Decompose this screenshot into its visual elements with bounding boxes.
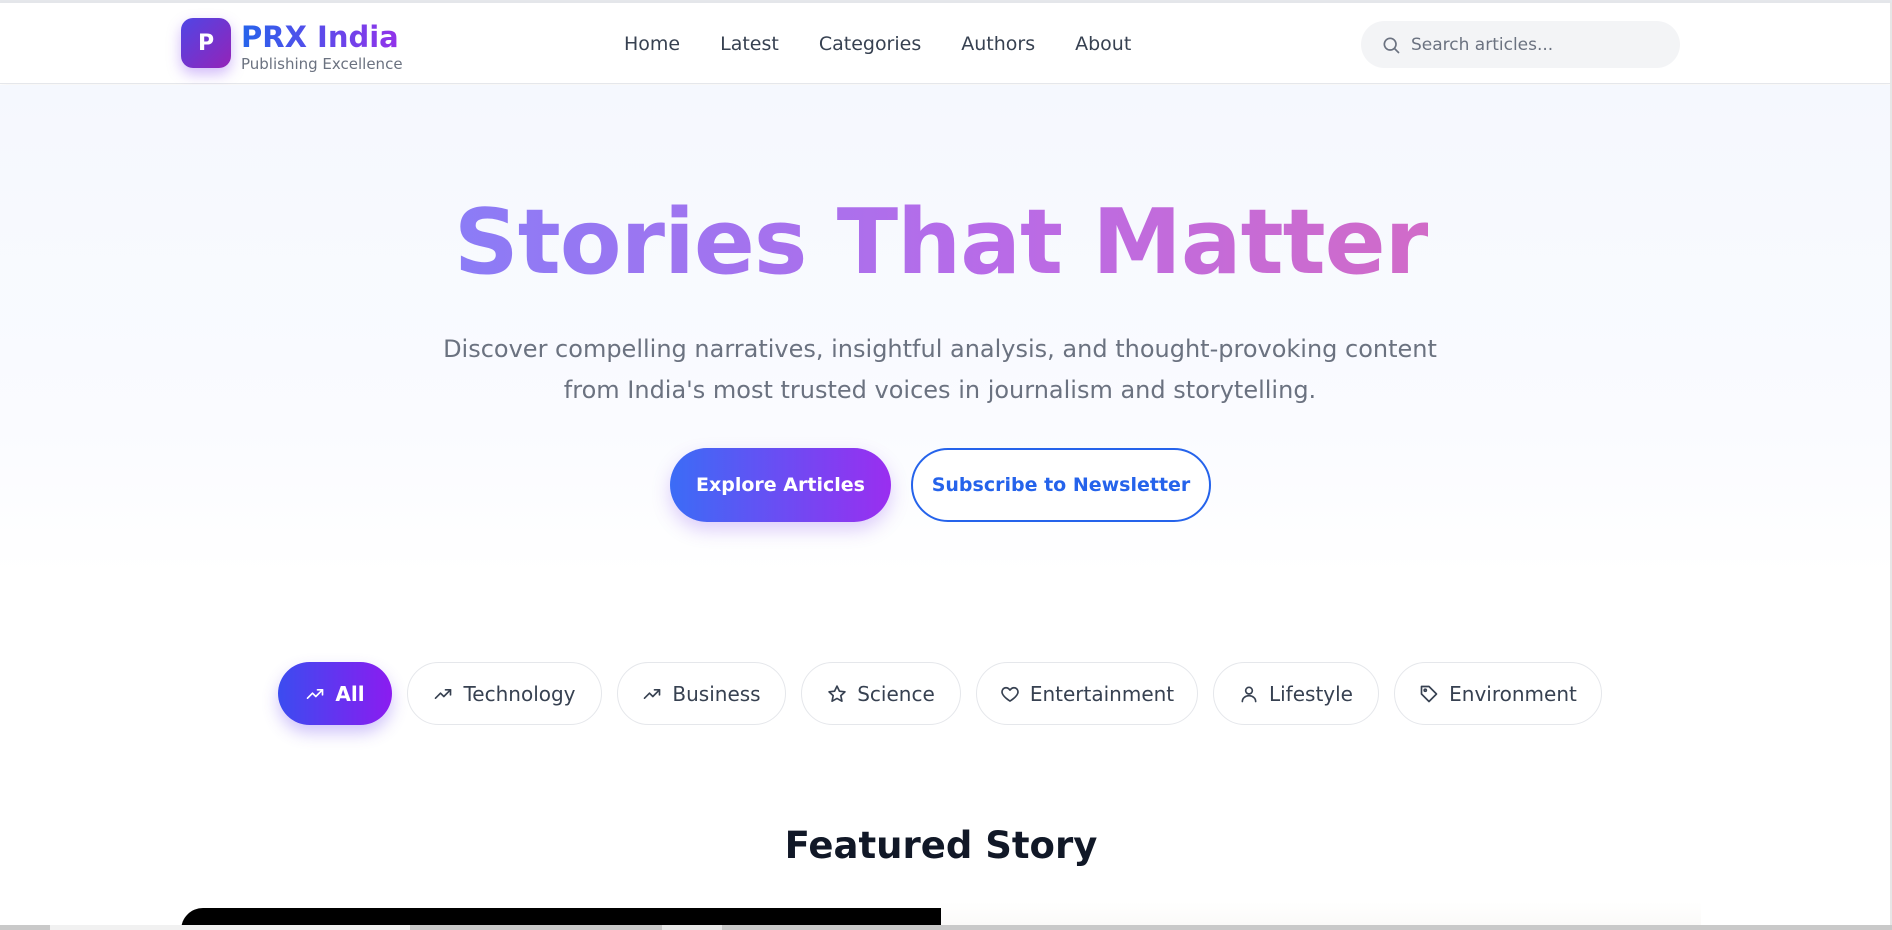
- category-chip-label: Lifestyle: [1268, 681, 1353, 706]
- heart-icon: [1001, 686, 1019, 702]
- nav-latest[interactable]: Latest: [720, 33, 779, 55]
- search-icon: [1383, 37, 1400, 53]
- logo-badge[interactable]: P: [181, 18, 231, 68]
- user-icon: [1241, 686, 1257, 702]
- category-chip-all[interactable]: All: [278, 662, 392, 725]
- search-input[interactable]: [1411, 34, 1671, 55]
- category-chip-entertainment[interactable]: Entertainment: [976, 662, 1198, 725]
- nav-home[interactable]: Home: [624, 33, 680, 55]
- trending-up-icon: [307, 688, 324, 699]
- site-header: P PRX India Publishing Excellence Home L…: [0, 3, 1892, 84]
- star-icon: [828, 684, 846, 702]
- trending-up-icon: [644, 688, 661, 699]
- explore-articles-button[interactable]: Explore Articles: [670, 448, 891, 522]
- main-nav: Home Latest Categories Authors About: [624, 33, 1131, 55]
- category-chip-label: Business: [672, 681, 761, 706]
- trending-up-icon: [435, 688, 452, 699]
- category-chip-technology[interactable]: Technology: [407, 662, 602, 725]
- tag-icon: [1420, 685, 1438, 702]
- nav-authors[interactable]: Authors: [961, 33, 1035, 55]
- subscribe-newsletter-button[interactable]: Subscribe to Newsletter: [911, 448, 1211, 522]
- hero-subtitle: Discover compelling narratives, insightf…: [443, 335, 1437, 404]
- brand-name[interactable]: PRX India: [241, 20, 399, 54]
- category-chip-label: Environment: [1449, 681, 1577, 706]
- category-filter-bar: All Technology Business Science Entertai…: [278, 662, 1602, 725]
- category-chip-science[interactable]: Science: [801, 662, 961, 725]
- page: P PRX India Publishing Excellence Home L…: [0, 0, 1892, 930]
- category-chip-label: Entertainment: [1029, 681, 1175, 706]
- category-chip-label: Technology: [463, 681, 576, 706]
- horizontal-scrollbar[interactable]: [0, 925, 1892, 930]
- category-chip-environment[interactable]: Environment: [1394, 662, 1602, 725]
- category-chip-label: All: [335, 681, 365, 706]
- category-chip-lifestyle[interactable]: Lifestyle: [1213, 662, 1379, 725]
- category-chip-business[interactable]: Business: [617, 662, 786, 725]
- search-box[interactable]: [1361, 21, 1680, 68]
- hero-title-text: Stories That Matter: [453, 190, 1429, 295]
- brand-tagline: Publishing Excellence: [241, 55, 403, 73]
- nav-about[interactable]: About: [1075, 33, 1131, 55]
- featured-story-heading: Featured Story: [784, 824, 1098, 867]
- hero-title: Stories That Matter: [0, 190, 1882, 295]
- scrollbar-segment: [662, 925, 722, 930]
- category-chip-label: Science: [857, 681, 935, 706]
- scrollbar-thumb[interactable]: [50, 925, 410, 930]
- nav-categories[interactable]: Categories: [819, 33, 921, 55]
